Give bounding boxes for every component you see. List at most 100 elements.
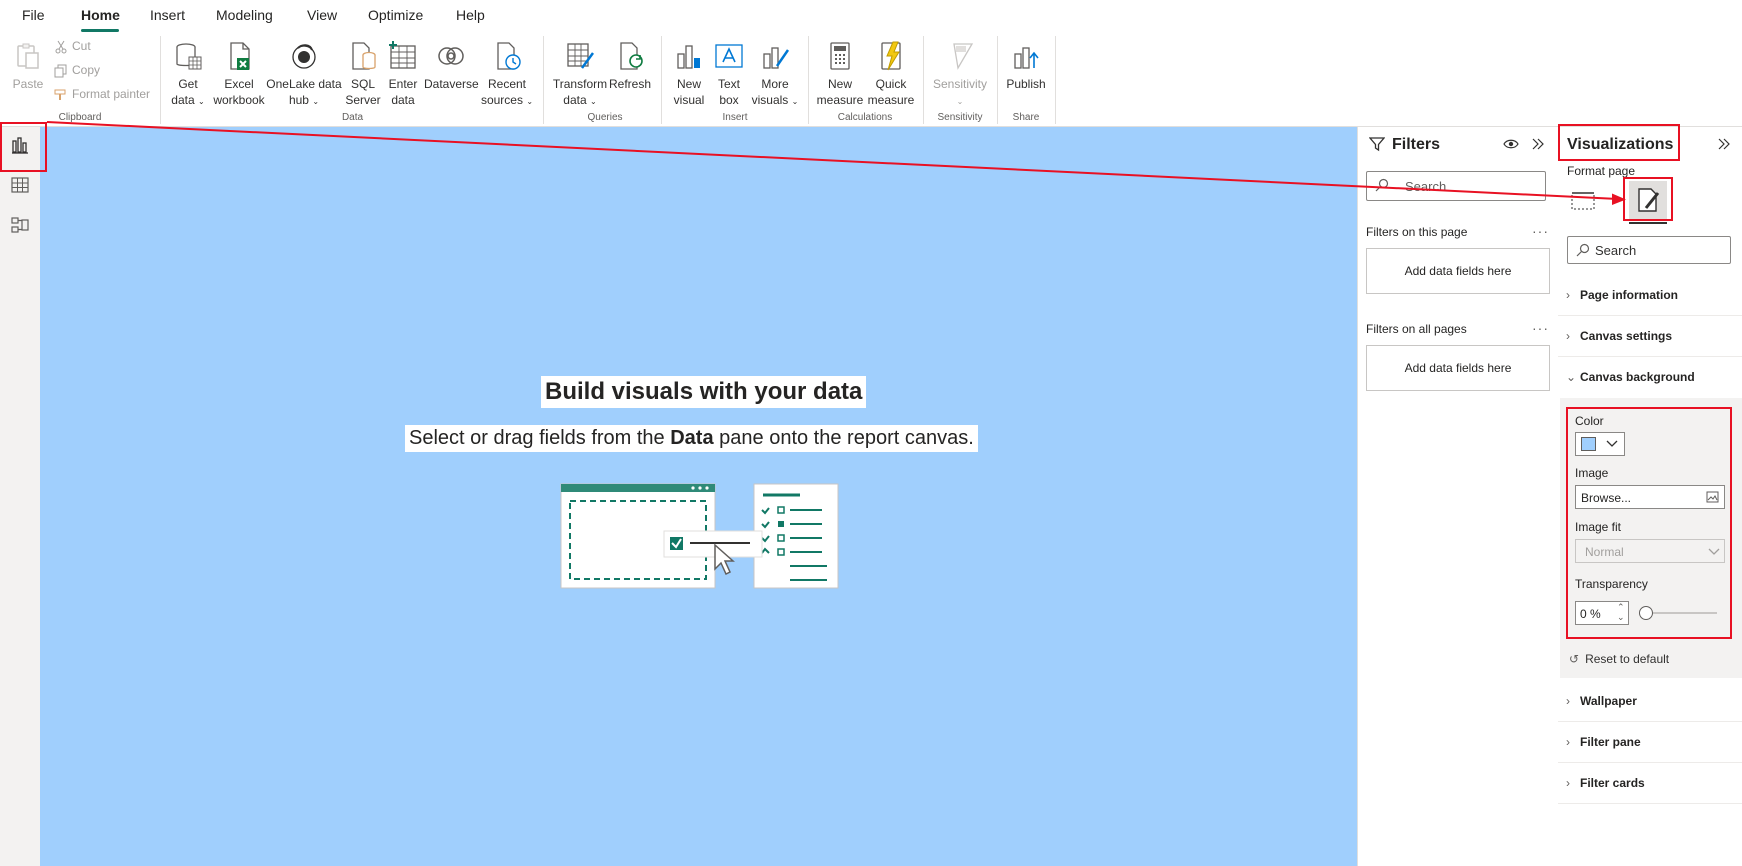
new-visual-button[interactable]: New visual [669,40,709,108]
scissors-icon [55,40,67,54]
filter-icon [1369,137,1385,152]
filter-cards-section[interactable]: › Filter cards [1566,776,1736,790]
menu-optimize[interactable]: Optimize [368,7,423,23]
get-data-label-2: data [171,93,195,107]
format-painter-button[interactable]: Format painter [54,87,150,102]
canvas-settings-section[interactable]: › Canvas settings [1566,329,1736,343]
quick-measure-label-1: Quick [875,77,907,91]
more-options-icon[interactable]: ··· [1532,320,1549,336]
enter-data-label-1: Enter [388,77,418,91]
copy-label: Copy [72,63,101,77]
collapse-pane-icon[interactable] [1717,137,1731,151]
more-options-icon[interactable]: ··· [1532,223,1549,239]
report-view-icon[interactable] [10,135,30,155]
viz-search-placeholder: Search [1595,243,1637,258]
more-visuals-label-2: visuals [751,93,789,107]
excel-workbook-button[interactable]: Excel workbook [211,40,267,108]
onelake-label-2: hub [288,93,309,107]
menu-view[interactable]: View [307,7,337,23]
search-icon [1375,178,1389,192]
paste-button[interactable]: Paste [10,40,46,92]
menu-bar: File Home Insert Modeling View Optimize … [0,0,1742,32]
more-visuals-button[interactable]: More visuals ⌄ [750,40,800,110]
group-label-data: Data [341,112,364,123]
filter-pane-section[interactable]: › Filter pane [1566,735,1736,749]
wallpaper-section[interactable]: › Wallpaper [1566,694,1736,708]
page-information-section[interactable]: › Page information [1566,288,1736,302]
menu-help[interactable]: Help [456,7,485,23]
cut-button[interactable]: Cut [54,39,91,54]
image-fit-select[interactable]: Normal [1575,539,1725,563]
text-box-label-1: Text [717,77,740,91]
dataverse-button[interactable]: Dataverse [424,40,479,92]
get-data-button[interactable]: Get data ⌄ [168,40,208,110]
sql-server-button[interactable]: SQL Server [344,40,382,108]
chevron-down-icon: ⌄ [956,97,964,106]
subtitle-text-2: pane onto the report canvas. [713,427,974,449]
transparency-slider-thumb[interactable] [1639,606,1653,620]
section-divider [1558,356,1742,357]
transparency-input[interactable]: 0 % ⌃ ⌄ [1575,601,1629,625]
reset-to-default-button[interactable]: ↺ Reset to default [1569,652,1669,666]
color-picker[interactable] [1575,432,1625,456]
text-box-label-2: box [719,93,739,107]
enter-data-button[interactable]: Enter data [384,40,422,108]
chevron-right-icon: › [1566,329,1570,343]
section-divider [1558,803,1742,804]
group-label-insert: Insert [722,112,748,123]
transparency-value: 0 % [1580,607,1601,621]
group-label-queries: Queries [587,112,623,123]
recent-sources-icon [497,42,521,70]
table-view-icon[interactable] [10,175,30,195]
image-label: Image [1575,466,1609,480]
recent-sources-button[interactable]: Recent sources ⌄ [480,40,534,110]
format-page-tab[interactable] [1629,181,1667,219]
quick-measure-button[interactable]: Quick measure [866,40,916,108]
publish-button[interactable]: Publish [1003,40,1049,92]
wallpaper-label: Wallpaper [1580,694,1637,708]
subtitle-text-1: Select or drag fields from the [409,427,671,449]
menu-home[interactable]: Home [81,7,120,23]
filters-page-drop-zone[interactable]: Add data fields here [1366,248,1550,294]
recent-label-1: Recent [487,77,527,91]
empty-canvas-illustration [560,483,839,589]
new-measure-button[interactable]: New measure [815,40,865,108]
sensitivity-label: Sensitivity [932,77,988,91]
color-swatch [1581,437,1596,451]
chevron-right-icon: › [1566,735,1570,749]
quick-measure-icon [881,41,901,71]
ribbon-separator [543,36,544,124]
menu-modeling[interactable]: Modeling [216,7,273,23]
transform-data-button[interactable]: Transform data ⌄ [551,40,609,110]
menu-insert[interactable]: Insert [150,7,185,23]
view-rail [0,127,41,866]
chevron-down-icon: ⌄ [526,97,534,106]
collapse-pane-icon[interactable] [1531,137,1545,151]
sensitivity-icon [953,43,974,70]
copy-icon [54,64,67,78]
model-view-icon[interactable] [10,215,30,235]
section-divider [1558,721,1742,722]
chevron-down-icon [1606,440,1618,447]
image-browse-input[interactable]: Browse... [1575,485,1725,509]
canvas-background-section[interactable]: ⌄ Canvas background [1566,370,1736,384]
onelake-button[interactable]: OneLake data hub ⌄ [266,40,342,110]
build-visual-icon[interactable] [1571,190,1595,212]
refresh-button[interactable]: Refresh [608,40,652,92]
transform-icon [567,43,595,69]
viz-search-input[interactable]: Search [1567,236,1731,264]
stepper-icon[interactable]: ⌃ ⌄ [1617,602,1625,622]
sensitivity-button[interactable]: Sensitivity ⌄ [930,40,990,110]
image-fit-label: Image fit [1575,520,1622,534]
filters-search-input[interactable]: Search [1366,171,1546,201]
visualizations-title: Visualizations [1567,136,1674,153]
canvas-background-label: Canvas background [1580,370,1695,384]
filters-all-pages-drop-zone[interactable]: Add data fields here [1366,345,1550,391]
text-box-button[interactable]: Text box [711,40,747,108]
copy-button[interactable]: Copy [54,63,100,78]
chevron-down-icon [1708,548,1720,555]
eye-icon[interactable] [1503,138,1519,150]
menu-file[interactable]: File [22,7,45,23]
recent-label-2: sources [480,93,523,107]
new-visual-label-1: New [676,77,701,91]
